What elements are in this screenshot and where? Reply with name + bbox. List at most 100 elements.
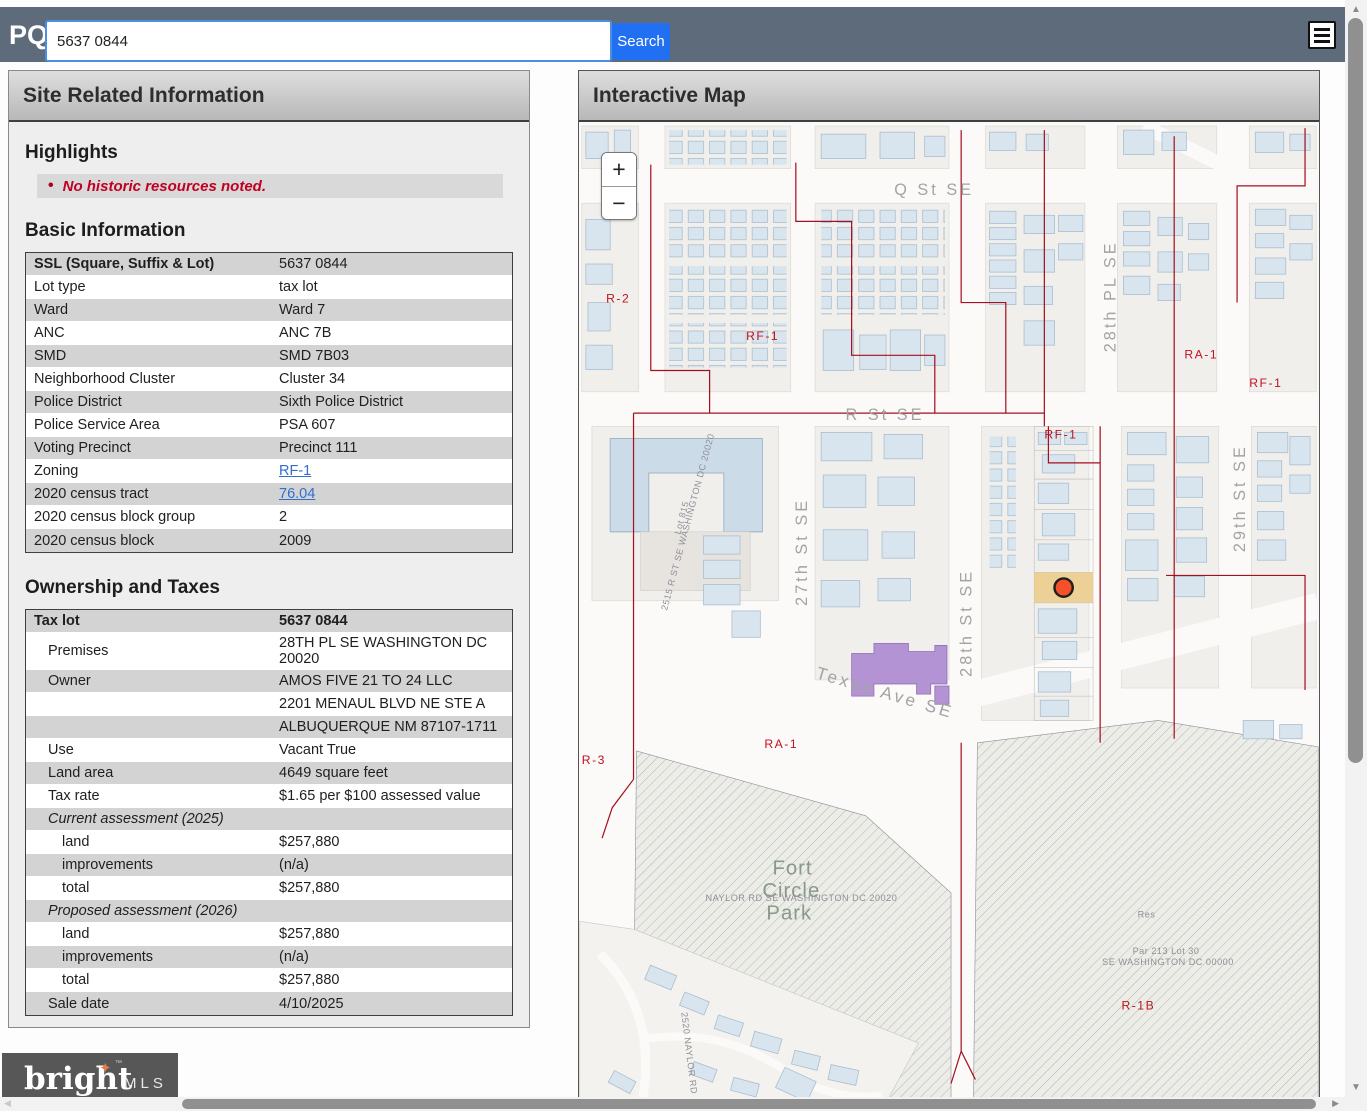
row-label: 2020 census block [26, 531, 271, 551]
vertical-scrollbar[interactable]: ▲ ▼ [1345, 0, 1367, 1111]
row-value: Sixth Police District [271, 392, 512, 412]
vertical-scrollbar-thumb[interactable] [1348, 18, 1363, 763]
row-value: 28TH PL SE WASHINGTON DC 20020 [271, 633, 512, 669]
table-row: UseVacant True [26, 739, 512, 762]
scroll-up-icon[interactable]: ▲ [1345, 4, 1367, 15]
park-label-line1: Fort [772, 858, 812, 880]
row-label: Land area [26, 763, 271, 783]
row-label: total [26, 878, 271, 898]
row-value: 2009 [271, 531, 512, 551]
park-label-line3: Park [766, 902, 812, 924]
table-row: WardWard 7 [26, 299, 512, 322]
table-row: Tax lot5637 0844 [26, 610, 512, 633]
zone-label-r1b: R-1B [1121, 999, 1155, 1013]
row-label: improvements [26, 947, 271, 967]
value-link[interactable]: RF-1 [279, 463, 311, 479]
row-value: Precinct 111 [271, 438, 512, 458]
row-value: 2201 MENAUL BLVD NE STE A [271, 694, 512, 714]
table-row: land$257,880 [26, 923, 512, 946]
map-canvas[interactable]: Q St SE R St SE 27th St SE 28th St SE 28… [579, 122, 1319, 1110]
table-row: ANCANC 7B [26, 322, 512, 345]
table-row: ZoningRF-1 [26, 460, 512, 483]
row-label: SMD [26, 346, 271, 366]
subject-location-marker [1054, 578, 1072, 596]
row-value: 2 [271, 507, 512, 527]
row-section-label: Proposed assessment (2026) [26, 901, 512, 921]
naylor-address-label: NAYLOR RD SE WASHINGTON DC 20020 [706, 893, 898, 903]
row-label: Lot type [26, 277, 271, 297]
zone-label-ra1-ne: RA-1 [1184, 347, 1218, 361]
map-panel-title: Interactive Map [579, 71, 1319, 122]
row-label: Tax rate [26, 786, 271, 806]
row-label [26, 702, 271, 706]
zoom-out-button[interactable]: − [602, 186, 636, 219]
row-value: ANC 7B [271, 323, 512, 343]
scroll-right-icon[interactable]: ▶ [1332, 1098, 1339, 1109]
row-label: Premises [26, 641, 271, 661]
horizontal-scrollbar[interactable]: ◀ ▶ [0, 1097, 1345, 1111]
scrollbar-corner [1345, 1097, 1367, 1111]
row-label: 2020 census tract [26, 484, 271, 504]
row-value: $257,880 [271, 878, 512, 898]
table-row: total$257,880 [26, 969, 512, 992]
scroll-down-icon[interactable]: ▼ [1345, 1082, 1367, 1093]
row-value: $1.65 per $100 assessed value [271, 786, 512, 806]
table-row: SSL (Square, Suffix & Lot)5637 0844 [26, 253, 512, 276]
row-value: (n/a) [271, 947, 512, 967]
row-value: PSA 607 [271, 415, 512, 435]
row-label: total [26, 970, 271, 990]
row-label: Sale date [26, 994, 271, 1014]
site-panel-title: Site Related Information [9, 71, 529, 122]
zone-label-rf1-west: RF-1 [746, 329, 779, 343]
row-value: SMD 7B03 [271, 346, 512, 366]
zoom-in-button[interactable]: + [602, 153, 636, 186]
value-link[interactable]: 76.04 [279, 486, 315, 502]
search-input[interactable] [45, 20, 612, 62]
table-row: Neighborhood ClusterCluster 34 [26, 368, 512, 391]
table-row: 2020 census block group2 [26, 506, 512, 529]
street-label-27th-st: 27th St SE [793, 498, 811, 606]
app-root: PQ Search Site Related Information Highl… [0, 0, 1367, 1111]
row-value: (n/a) [271, 855, 512, 875]
menu-button[interactable] [1308, 21, 1336, 49]
basic-info-table: SSL (Square, Suffix & Lot)5637 0844Lot t… [25, 252, 513, 553]
row-label: improvements [26, 855, 271, 875]
scroll-left-icon[interactable]: ◀ [4, 1098, 11, 1109]
star-icon: ✦ [99, 1059, 112, 1077]
res-label: Res [1138, 909, 1156, 919]
top-search-bar: PQ Search [0, 7, 1345, 62]
street-label-29th-st: 29th St SE [1231, 444, 1249, 552]
row-label: SSL (Square, Suffix & Lot) [26, 254, 271, 274]
row-label: ANC [26, 323, 271, 343]
row-label: Police Service Area [26, 415, 271, 435]
table-row: 2201 MENAUL BLVD NE STE A [26, 693, 512, 716]
row-value: Vacant True [271, 740, 512, 760]
row-value: $257,880 [271, 832, 512, 852]
table-row: Tax rate$1.65 per $100 assessed value [26, 785, 512, 808]
row-label [26, 725, 271, 729]
horizontal-scrollbar-thumb[interactable] [182, 1099, 1316, 1109]
row-value: $257,880 [271, 924, 512, 944]
table-row: Voting PrecinctPrecinct 111 [26, 437, 512, 460]
row-label: Tax lot [26, 611, 271, 631]
bullet-icon: • [48, 177, 54, 195]
row-label: 2020 census block group [26, 507, 271, 527]
row-value: AMOS FIVE 21 TO 24 LLC [271, 671, 512, 691]
row-label: Ward [26, 300, 271, 320]
row-value: Cluster 34 [271, 369, 512, 389]
row-value: $257,880 [271, 970, 512, 990]
row-value: tax lot [271, 277, 512, 297]
interactive-map-panel: Interactive Map [578, 70, 1320, 1111]
par-label-line2: SE WASHINGTON DC 00000 [1102, 957, 1234, 967]
highlight-note: No historic resources noted. [63, 178, 266, 195]
row-value: 76.04 [271, 484, 512, 504]
table-row: Police DistrictSixth Police District [26, 391, 512, 414]
search-button[interactable]: Search [612, 23, 670, 60]
table-row: OwnerAMOS FIVE 21 TO 24 LLC [26, 670, 512, 693]
street-label-r-st: R St SE [846, 406, 925, 424]
table-row: land$257,880 [26, 831, 512, 854]
zone-label-rf1-ne: RF-1 [1249, 376, 1282, 390]
row-value: Ward 7 [271, 300, 512, 320]
street-label-28th-st: 28th St SE [957, 569, 975, 677]
zone-label-r2: R-2 [606, 292, 630, 306]
